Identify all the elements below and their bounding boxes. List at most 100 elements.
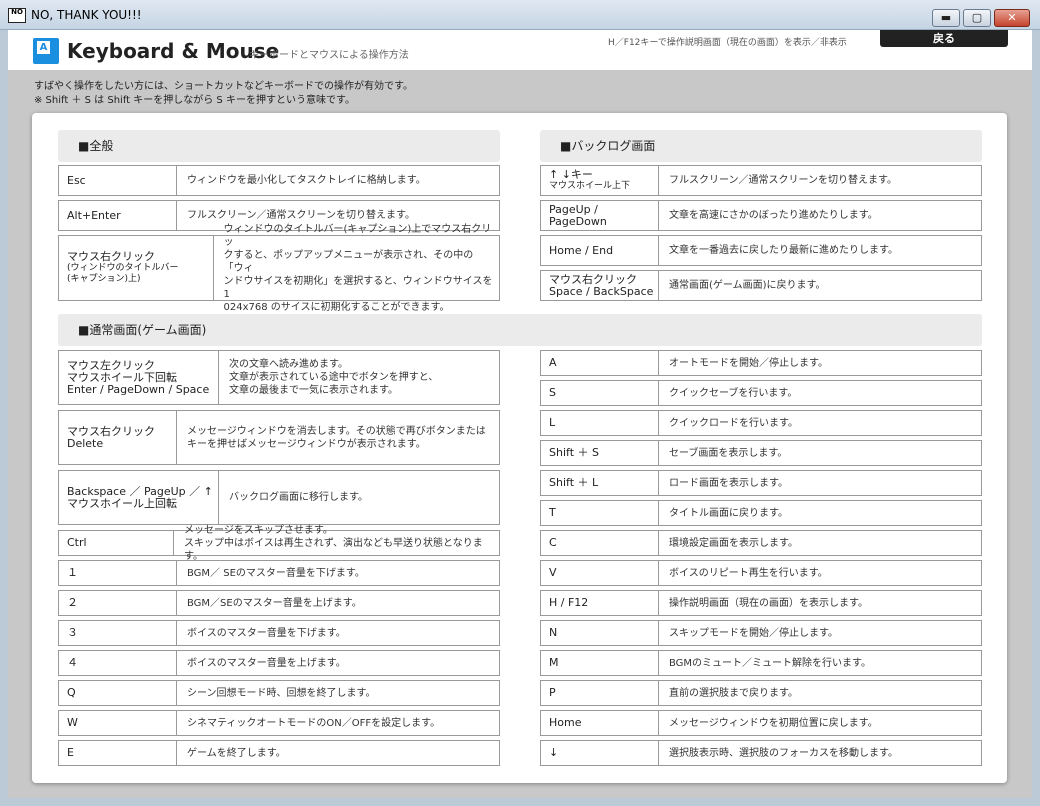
desc-cell: シネマティックオートモードのON／OFFを設定します。 [187,717,441,729]
table-row: ３ ボイスのマスター音量を下げます。 [58,620,500,646]
key-cell: Shift ＋ L [541,471,659,495]
table-row: マウス右クリック Space / BackSpace 通常画面(ゲーム画面)に戻… [540,270,982,301]
desc-cell: タイトル画面に戻ります。 [669,507,788,519]
key-cell: Esc [59,166,177,195]
key-cell: H / F12 [541,591,659,615]
key-label: ↑ ↓キー [549,168,593,181]
key-cell: Home [541,711,659,735]
key-cell: Ctrl [59,531,175,555]
key-cell: Q [59,681,177,705]
key-cell: マウス右クリック Delete [59,411,177,464]
key-label: マウスホイール上回転 [67,496,177,510]
desc-cell: メッセージウィンドウを消去します。その状態で再びボタンまたは キーを押せばメッセ… [177,411,492,464]
key-cell: Home / End [541,236,659,265]
key-label: Backspace ／ PageUp ／ ↑ [67,484,213,498]
key-cell: W [59,711,177,735]
table-row: ↑ ↓キー マウスホイール上下 フルスクリーン／通常スクリーンを切り替えます。 [540,165,982,196]
desc-cell: シーン回想モード時、回想を終了します。 [187,687,376,699]
table-row: S クイックセーブを行います。 [540,380,982,406]
desc-cell: ボイスのリピート再生を行います。 [669,567,828,579]
key-note: (ウィンドウのタイトルバー [67,263,179,273]
desc-cell: メッセージをスキップさせます。 スキップ中はボイスは再生されず、演出なども早送り… [174,525,499,562]
key-cell: ↑ ↓キー マウスホイール上下 [541,166,659,195]
table-row: マウス左クリック マウスホイール下回転 Enter / PageDown / S… [58,350,500,405]
desc-cell: セーブ画面を表示します。 [669,447,788,459]
key-cell: E [59,741,177,765]
desc-cell: クイックセーブを行います。 [669,387,798,399]
desc-line: スキップ中はボイスは再生されず、演出なども早送り状態となります。 [184,537,483,562]
desc-cell: 文章を高速にさかのぼったり進めたりします。 [669,210,878,221]
maximize-button[interactable]: ▢ [963,9,991,27]
keyboard-logo-icon: A [33,38,59,64]
key-cell: A [541,351,659,375]
key-cell: T [541,501,659,525]
table-row: ↓ 選択肢表示時、選択肢のフォーカスを移動します。 [540,740,982,766]
key-cell: PageUp / PageDown [541,201,659,230]
desc-line: ウィンドウのタイトルバー(キャプション)上でマウス右クリッ [223,223,492,248]
desc-line: メッセージをスキップさせます。 [184,524,333,536]
table-row: H / F12 操作説明画面（現在の画面）を表示します。 [540,590,982,616]
key-label: Enter / PageDown / Space [67,382,210,396]
table-row: T タイトル画面に戻ります。 [540,500,982,526]
logo-letter: A [37,41,50,54]
key-cell: マウス左クリック マウスホイール下回転 Enter / PageDown / S… [59,351,219,404]
desc-cell: 次の文章へ読み進めます。 文章が表示されている途中でボタンを押すと、 文章の最後… [219,351,444,404]
table-row: ２ BGM／SEのマスター音量を上げます。 [58,590,500,616]
key-note: マウスホイール上下 [549,181,631,191]
desc-line: 次の文章へ読み進めます。 [229,359,348,370]
key-cell: マウス右クリック (ウィンドウのタイトルバー (キャプション)上) [59,236,214,300]
table-row: E ゲームを終了します。 [58,740,500,766]
key-cell: Shift ＋ S [541,441,659,465]
desc-cell: ゲームを終了します。 [187,747,286,759]
table-row: W シネマティックオートモードのON／OFFを設定します。 [58,710,500,736]
desc-cell: ウィンドウを最小化してタスクトレイに格納します。 [187,175,426,186]
window-titlebar[interactable]: NO NO, THANK YOU!!! ▬ ▢ ✕ [0,0,1040,30]
table-row: Shift ＋ S セーブ画面を表示します。 [540,440,982,466]
desc-cell: ロード画面を表示します。 [669,477,788,489]
key-cell: S [541,381,659,405]
key-cell: L [541,411,659,435]
key-cell: マウス右クリック Space / BackSpace [541,271,659,300]
table-row: １ BGM／ SEのマスター音量を下げます。 [58,560,500,586]
key-cell: ↓ [541,741,659,765]
back-button[interactable]: 戻る [880,30,1008,47]
key-label: PageDown [549,214,607,228]
intro-text: すばやく操作をしたい方には、ショートカットなどキーボードでの操作が有効です。 ※… [34,80,413,108]
section-general: ■全般 [58,130,500,162]
desc-line: ンドウサイスを初期化」を選択すると、ウィンドウサイスを1 [223,275,493,300]
key-label: マウス右クリック [67,424,155,438]
desc-line: 文章が表示されている途中でボタンを押すと、 [229,372,439,383]
desc-line: メッセージウィンドウを消去します。その状態で再びボタンまたは [187,425,486,437]
app-icon: NO [8,8,26,23]
table-row: マウス右クリック Delete メッセージウィンドウを消去します。その状態で再び… [58,410,500,465]
key-label: マウスホイール下回転 [67,370,177,384]
table-row: PageUp / PageDown 文章を高速にさかのぼったり進めたりします。 [540,200,982,231]
desc-cell: 操作説明画面（現在の画面）を表示します。 [669,597,868,609]
key-label: PageUp / [549,202,598,216]
minimize-button[interactable]: ▬ [932,9,960,27]
desc-cell: メッセージウィンドウを初期位置に戻します。 [669,717,878,729]
desc-cell: 通常画面(ゲーム画面)に戻ります。 [669,280,826,291]
key-cell: V [541,561,659,585]
page-header: A Keyboard & Mouse キーボードとマウスによる操作方法 H／F1… [8,30,1032,70]
table-row: C 環境設定画面を表示します。 [540,530,982,556]
desc-cell: バックログ画面に移行します。 [229,492,368,503]
desc-cell: ボイスのマスター音量を上げます。 [187,657,346,669]
desc-cell: クイックロードを行います。 [669,417,798,429]
section-backlog: ■バックログ画面 [540,130,982,162]
intro-note: ※ Shift ＋ S は Shift キーを押しながら S キーを押すという意… [34,95,355,106]
key-cell: M [541,651,659,675]
desc-cell: BGM／ SEのマスター音量を下げます。 [187,567,365,579]
page-title: Keyboard & Mouse [67,39,280,63]
close-button[interactable]: ✕ [994,9,1030,27]
key-label: マウス右クリック [67,250,155,263]
table-row: N スキップモードを開始／停止します。 [540,620,982,646]
desc-cell: 直前の選択肢まで戻ります。 [669,687,798,699]
page-subtitle: キーボードとマウスによる操作方法 [249,50,409,61]
desc-line: キーを押せばメッセージウィンドウが表示されます。 [187,438,426,450]
key-label: Space / BackSpace [549,284,654,298]
table-row: M BGMのミュート／ミュート解除を行います。 [540,650,982,676]
desc-cell: 選択肢表示時、選択肢のフォーカスを移動します。 [669,747,898,759]
desc-cell: 環境設定画面を表示します。 [669,537,798,549]
key-cell: N [541,621,659,645]
